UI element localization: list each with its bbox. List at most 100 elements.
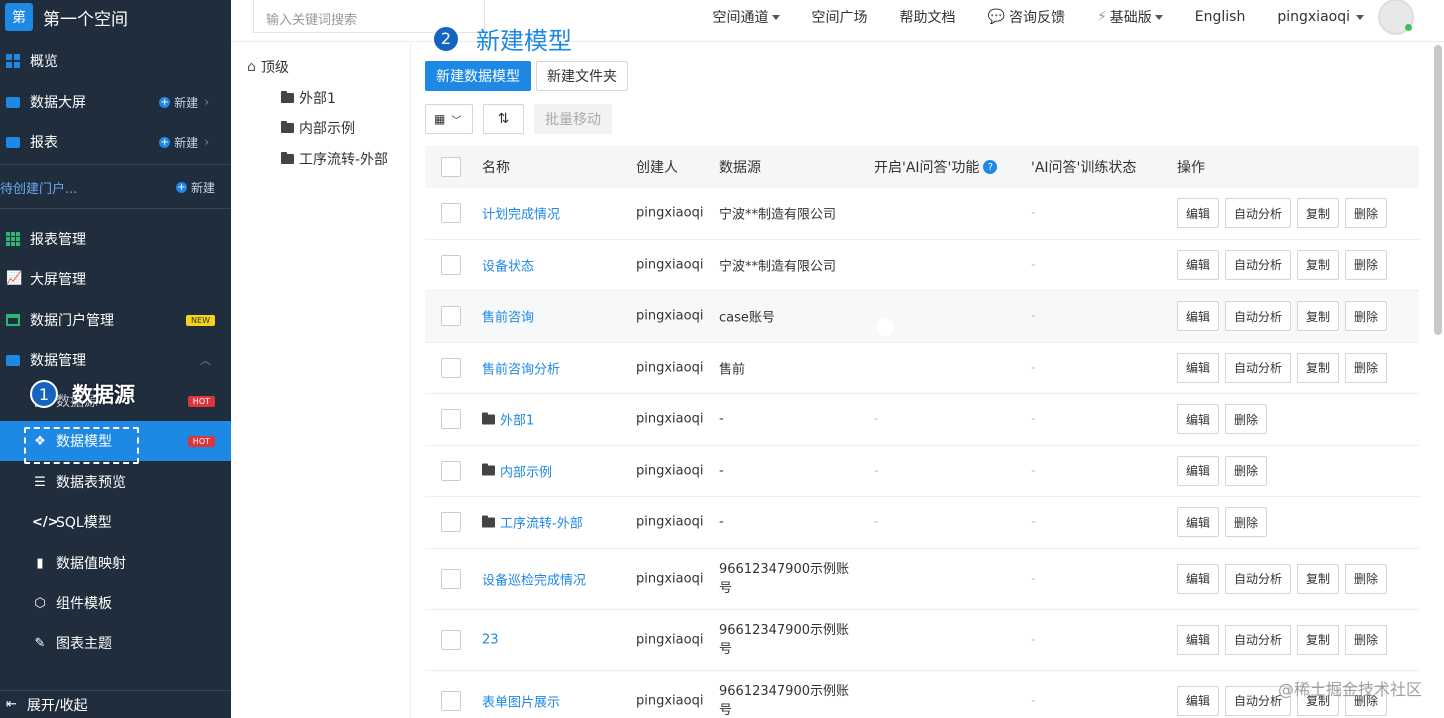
- sidebar-item-component-template[interactable]: ⬡ 组件模板: [0, 583, 231, 623]
- delete-button[interactable]: 删除: [1345, 624, 1388, 655]
- delete-button[interactable]: 删除: [1345, 301, 1388, 332]
- sidebar-item-value-mapping[interactable]: ▮ 数据值映射: [0, 543, 231, 583]
- tree-root[interactable]: ⌂ 顶级: [247, 57, 289, 77]
- auto-analyze-button[interactable]: 自动分析: [1225, 301, 1292, 332]
- sidebar-item-dashboard[interactable]: 数据大屏 + 新建 ›: [0, 82, 231, 122]
- folder-name[interactable]: 外部1: [482, 410, 534, 429]
- row-checkbox[interactable]: [441, 690, 461, 711]
- tree-folder[interactable]: 外部1: [281, 88, 336, 108]
- divider: [0, 208, 231, 209]
- nav-edition[interactable]: ⚡ 基础版: [1097, 7, 1163, 27]
- copy-button[interactable]: 复制: [1297, 249, 1340, 280]
- nav-language[interactable]: English: [1195, 9, 1246, 25]
- delete-button[interactable]: 删除: [1225, 507, 1268, 538]
- edit-button[interactable]: 编辑: [1177, 455, 1220, 486]
- delete-button[interactable]: 删除: [1345, 563, 1388, 594]
- chevron-right-icon: ›: [204, 95, 209, 109]
- datasource: 96612347900示例账号: [719, 560, 849, 598]
- view-toggle-button[interactable]: ▦ ﹀: [425, 104, 473, 134]
- sidebar-item-sql-model[interactable]: </> SQL模型: [0, 502, 231, 542]
- row-checkbox[interactable]: [441, 512, 461, 533]
- copy-button[interactable]: 复制: [1297, 352, 1340, 383]
- datasource-line1: 96612347900示例账: [719, 683, 849, 699]
- folder-name-link[interactable]: 工序流转-外部: [500, 513, 583, 532]
- delete-button[interactable]: 删除: [1225, 455, 1268, 486]
- copy-button[interactable]: 复制: [1297, 563, 1340, 594]
- model-name-link[interactable]: 售前咨询分析: [482, 358, 560, 377]
- tree-label: 外部1: [299, 91, 336, 107]
- delete-button[interactable]: 删除: [1345, 249, 1388, 280]
- scrollbar[interactable]: [1434, 45, 1442, 335]
- new-folder-button[interactable]: 新建文件夹: [536, 61, 628, 91]
- nav-space-square[interactable]: 空间广场: [812, 7, 868, 27]
- model-name-link[interactable]: 设备巡检完成情况: [482, 569, 586, 588]
- sidebar-item-label: 数据门户管理: [30, 313, 114, 329]
- sort-button[interactable]: ⇅: [483, 104, 524, 134]
- edit-button[interactable]: 编辑: [1177, 624, 1220, 655]
- new-model-button[interactable]: 新建数据模型: [425, 61, 531, 91]
- sidebar-item-chart-theme[interactable]: ✎ 图表主题: [0, 623, 231, 663]
- row-checkbox[interactable]: [441, 460, 461, 481]
- nav-feedback[interactable]: 💬 咨询反馈: [988, 7, 1065, 27]
- sidebar-item-report[interactable]: 报表 + 新建 ›: [0, 122, 231, 162]
- delete-button[interactable]: 删除: [1345, 198, 1388, 229]
- model-name-link[interactable]: 设备状态: [482, 255, 534, 274]
- row-checkbox[interactable]: [441, 568, 461, 589]
- edit-button[interactable]: 编辑: [1177, 352, 1220, 383]
- row-checkbox[interactable]: [441, 409, 461, 430]
- edit-button[interactable]: 编辑: [1177, 249, 1220, 280]
- edit-button[interactable]: 编辑: [1177, 563, 1220, 594]
- folder-name[interactable]: 工序流转-外部: [482, 513, 583, 532]
- copy-button[interactable]: 复制: [1297, 624, 1340, 655]
- sidebar-item-screen-manage[interactable]: 📈 大屏管理: [0, 259, 231, 299]
- edit-button[interactable]: 编辑: [1177, 198, 1220, 229]
- edit-button[interactable]: 编辑: [1177, 301, 1220, 332]
- nav-space-channel[interactable]: 空间通道: [713, 7, 780, 27]
- select-all-checkbox[interactable]: [441, 157, 461, 177]
- model-name-link[interactable]: 计划完成情况: [482, 204, 560, 223]
- row-checkbox[interactable]: [441, 357, 461, 378]
- batch-move-button[interactable]: 批量移动: [534, 104, 612, 134]
- avatar[interactable]: [1378, 0, 1414, 35]
- sidebar-item-label: 组件模板: [56, 596, 112, 612]
- sidebar-toggle[interactable]: ⇤ 展开/收起: [0, 690, 231, 718]
- row-checkbox[interactable]: [441, 629, 461, 650]
- copy-button[interactable]: 复制: [1297, 198, 1340, 229]
- folder-name-link[interactable]: 内部示例: [500, 461, 552, 480]
- auto-analyze-button[interactable]: 自动分析: [1225, 352, 1292, 383]
- edit-button[interactable]: 编辑: [1177, 507, 1220, 538]
- new-report-button[interactable]: + 新建 ›: [159, 134, 209, 151]
- new-label: 新建: [190, 180, 215, 195]
- sidebar-item-portal[interactable]: 待创建门户... + 新建: [0, 167, 231, 207]
- row-checkbox[interactable]: [441, 203, 461, 224]
- delete-button[interactable]: 删除: [1345, 352, 1388, 383]
- model-name-link[interactable]: 售前咨询: [482, 307, 534, 326]
- new-dashboard-button[interactable]: + 新建 ›: [159, 94, 209, 111]
- row-checkbox[interactable]: [441, 254, 461, 275]
- sidebar-item-portal-manage[interactable]: 数据门户管理 NEW: [0, 300, 231, 340]
- folder-name[interactable]: 内部示例: [482, 461, 552, 480]
- sidebar-item-overview[interactable]: 概览: [0, 41, 231, 81]
- edit-button[interactable]: 编辑: [1177, 404, 1220, 435]
- copy-button[interactable]: 复制: [1297, 301, 1340, 332]
- new-portal-button[interactable]: + 新建: [175, 179, 215, 196]
- sidebar-item-report-manage[interactable]: 报表管理: [0, 219, 231, 259]
- help-icon[interactable]: ?: [983, 160, 998, 174]
- auto-analyze-button[interactable]: 自动分析: [1225, 563, 1292, 594]
- tree-folder[interactable]: 工序流转-外部: [281, 149, 388, 169]
- sidebar-item-data-manage[interactable]: 数据管理 ︿: [0, 340, 231, 380]
- delete-button[interactable]: 删除: [1225, 404, 1268, 435]
- row-checkbox[interactable]: [441, 306, 461, 327]
- auto-analyze-button[interactable]: 自动分析: [1225, 198, 1292, 229]
- auto-analyze-button[interactable]: 自动分析: [1225, 249, 1292, 280]
- space-header[interactable]: 第 第一个空间: [0, 0, 231, 34]
- model-name-link[interactable]: 23: [482, 632, 499, 647]
- sidebar-item-table-preview[interactable]: ☰ 数据表预览: [0, 462, 231, 502]
- nav-user[interactable]: pingxiaoqi: [1277, 9, 1364, 25]
- model-name-link[interactable]: 表单图片展示: [482, 691, 560, 710]
- folder-name-link[interactable]: 外部1: [500, 410, 534, 429]
- nav-help-docs[interactable]: 帮助文档: [900, 7, 956, 27]
- auto-analyze-button[interactable]: 自动分析: [1225, 624, 1292, 655]
- tree-folder[interactable]: 内部示例: [281, 118, 355, 138]
- edit-button[interactable]: 编辑: [1177, 685, 1220, 716]
